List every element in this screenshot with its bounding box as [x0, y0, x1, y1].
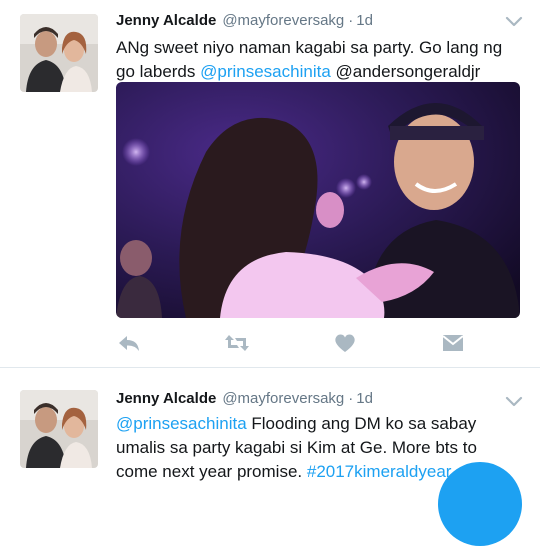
mention-link[interactable]: @prinsesachinita	[200, 62, 331, 81]
timestamp[interactable]: 1d	[356, 12, 373, 29]
like-icon[interactable]	[332, 332, 358, 354]
tweet-2[interactable]: Jenny Alcalde @mayforeversakg · 1d @prinses…	[0, 368, 540, 481]
author-name[interactable]: Jenny Alcalde	[116, 12, 216, 29]
mention-link[interactable]: @prinsesachinita	[116, 414, 247, 433]
chevron-down-icon[interactable]	[504, 14, 524, 28]
compose-tweet-button[interactable]	[438, 462, 522, 546]
chevron-down-icon[interactable]	[504, 394, 524, 408]
tweet-actions	[116, 332, 476, 356]
reply-icon[interactable]	[116, 332, 142, 354]
author-handle[interactable]: @mayforeversakg	[222, 390, 344, 407]
avatar[interactable]	[20, 390, 98, 468]
tweet-media-image[interactable]	[116, 82, 520, 318]
retweet-icon[interactable]	[224, 332, 250, 354]
tweet-1[interactable]: Jenny Alcalde @mayforeversakg · 1d ANg swee…	[0, 0, 540, 368]
avatar-photo	[20, 390, 98, 468]
separator-dot: ·	[348, 390, 354, 407]
hashtag-link[interactable]: #2017kimeraldyear	[307, 462, 452, 481]
avatar[interactable]	[20, 14, 98, 92]
author-name[interactable]: Jenny Alcalde	[116, 390, 216, 407]
separator-dot: ·	[348, 12, 354, 29]
tweet-text-plain: @andersongeraldjr	[330, 62, 481, 81]
tweet-header: Jenny Alcalde @mayforeversakg · 1d	[116, 390, 373, 407]
party-photo	[116, 82, 520, 318]
avatar-photo	[20, 14, 98, 92]
timestamp[interactable]: 1d	[356, 390, 373, 407]
tweet-header: Jenny Alcalde @mayforeversakg · 1d	[116, 12, 373, 29]
tweet-text: ANg sweet niyo naman kagabi sa party. Go…	[116, 36, 516, 84]
direct-message-icon[interactable]	[440, 332, 466, 354]
author-handle[interactable]: @mayforeversakg	[222, 12, 344, 29]
